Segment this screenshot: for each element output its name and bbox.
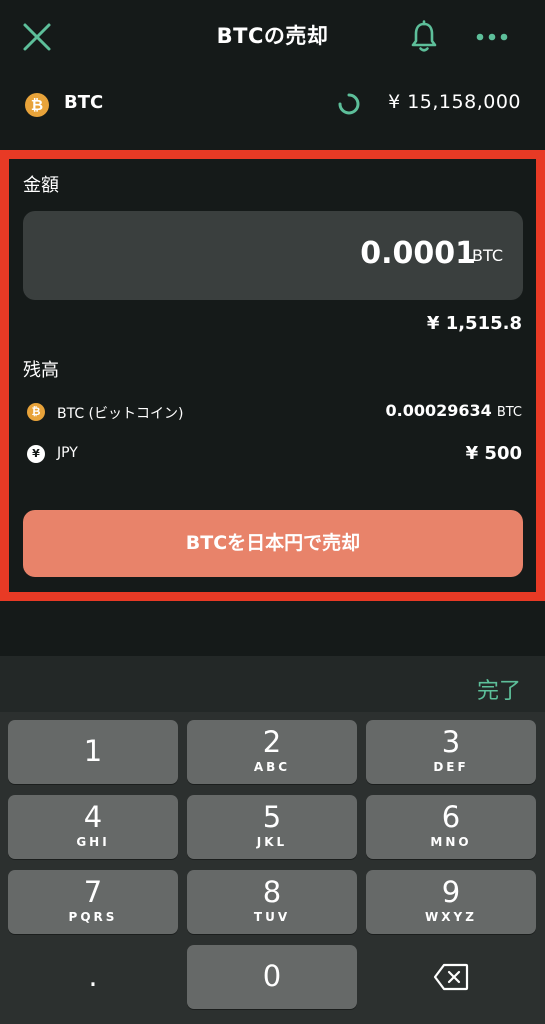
keyboard-toolbar [0, 656, 545, 712]
jpy-equivalent: ¥ 1,515.8 [426, 313, 522, 334]
key-digit: 1 [83, 734, 103, 768]
key-letters: JKL [256, 835, 288, 849]
key-2[interactable]: 2 ABC [187, 720, 357, 784]
key-digit: 8 [262, 875, 282, 909]
key-digit: 6 [441, 800, 461, 834]
key-digit: 2 [262, 725, 282, 759]
balance-label: 残高 [23, 360, 59, 381]
key-1[interactable]: 1 [8, 720, 178, 784]
asset-name: BTC [64, 92, 104, 113]
key-delete[interactable] [366, 945, 536, 1009]
key-letters: ABC [253, 760, 291, 774]
key-digit: 3 [441, 725, 461, 759]
key-letters: PQRS [68, 910, 118, 924]
key-digit: 5 [262, 800, 282, 834]
balance-btc-unit: BTC [496, 405, 522, 420]
key-letters: TUV [253, 910, 291, 924]
bell-icon[interactable] [409, 20, 439, 54]
amount-unit: BTC [472, 246, 503, 265]
key-7[interactable]: 7 PQRS [8, 870, 178, 934]
balance-jpy-amount: ¥ 500 [465, 443, 522, 464]
balance-item-value: 0.00029634 BTC [386, 401, 522, 420]
key-digit: 0 [262, 959, 282, 993]
yen-coin-icon: ¥ [27, 445, 45, 463]
more-icon[interactable] [474, 28, 510, 46]
key-0[interactable]: 0 [187, 945, 357, 1009]
key-8[interactable]: 8 TUV [187, 870, 357, 934]
key-6[interactable]: 6 MNO [366, 795, 536, 859]
key-4[interactable]: 4 GHI [8, 795, 178, 859]
key-digit: . [88, 959, 98, 993]
key-5[interactable]: 5 JKL [187, 795, 357, 859]
key-digit: 9 [441, 875, 461, 909]
key-decimal[interactable]: . [8, 945, 178, 1009]
page-title: BTCの売却 [216, 24, 329, 48]
btc-coin-icon: ₿ [25, 93, 49, 117]
done-button[interactable]: 完了 [477, 673, 521, 705]
key-3[interactable]: 3 DEF [366, 720, 536, 784]
key-letters: GHI [76, 835, 110, 849]
amount-label: 金額 [23, 175, 59, 196]
loading-spinner-icon [338, 93, 360, 115]
balance-item-name: BTC (ビットコイン) [57, 406, 184, 422]
backspace-icon [433, 963, 469, 991]
sell-button[interactable]: BTCを日本円で売却 [23, 510, 523, 577]
balance-btc-amount: 0.00029634 [385, 401, 492, 420]
key-letters: MNO [430, 835, 472, 849]
key-9[interactable]: 9 WXYZ [366, 870, 536, 934]
key-digit: 4 [83, 800, 103, 834]
current-price: ¥ 15,158,000 [388, 91, 521, 113]
key-letters: WXYZ [425, 910, 477, 924]
btc-coin-icon: ₿ [27, 403, 45, 421]
amount-value: 0.0001 [360, 236, 476, 271]
balance-item-name: JPY [57, 445, 78, 461]
key-letters: DEF [433, 760, 469, 774]
key-digit: 7 [83, 875, 103, 909]
